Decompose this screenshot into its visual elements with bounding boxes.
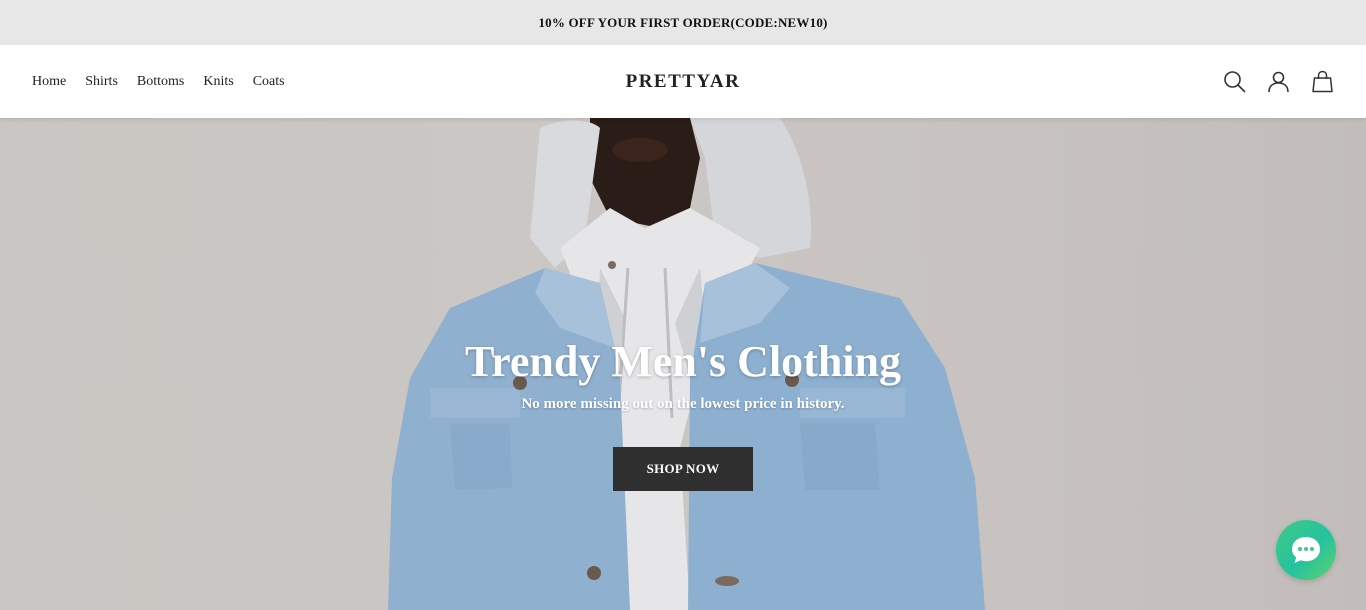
announcement-text: 10% OFF YOUR FIRST ORDER(CODE:NEW10) xyxy=(538,14,828,30)
site-logo[interactable]: PRETTYAR xyxy=(626,71,741,93)
search-icon[interactable] xyxy=(1223,70,1246,93)
nav-coats[interactable]: Coats xyxy=(253,74,285,90)
chat-icon xyxy=(1292,537,1320,563)
cart-icon[interactable] xyxy=(1311,70,1334,93)
main-nav: Home Shirts Bottoms Knits Coats xyxy=(32,45,285,118)
nav-bottoms[interactable]: Bottoms xyxy=(137,74,184,90)
account-icon[interactable] xyxy=(1267,70,1290,93)
announcement-bar: 10% OFF YOUR FIRST ORDER(CODE:NEW10) xyxy=(0,0,1366,45)
hero-banner: Trendy Men's Clothing No more missing ou… xyxy=(0,118,1366,610)
nav-knits[interactable]: Knits xyxy=(203,74,233,90)
nav-home[interactable]: Home xyxy=(32,74,66,90)
header-icons xyxy=(1223,45,1334,118)
nav-shirts[interactable]: Shirts xyxy=(85,74,118,90)
chat-button[interactable] xyxy=(1276,520,1336,580)
shop-now-button[interactable]: SHOP NOW xyxy=(613,447,753,491)
hero-title: Trendy Men's Clothing xyxy=(465,337,901,386)
site-header: Home Shirts Bottoms Knits Coats PRETTYAR xyxy=(0,45,1366,118)
hero-text-block: Trendy Men's Clothing No more missing ou… xyxy=(0,334,1366,413)
hero-subtitle: No more missing out on the lowest price … xyxy=(521,396,845,412)
